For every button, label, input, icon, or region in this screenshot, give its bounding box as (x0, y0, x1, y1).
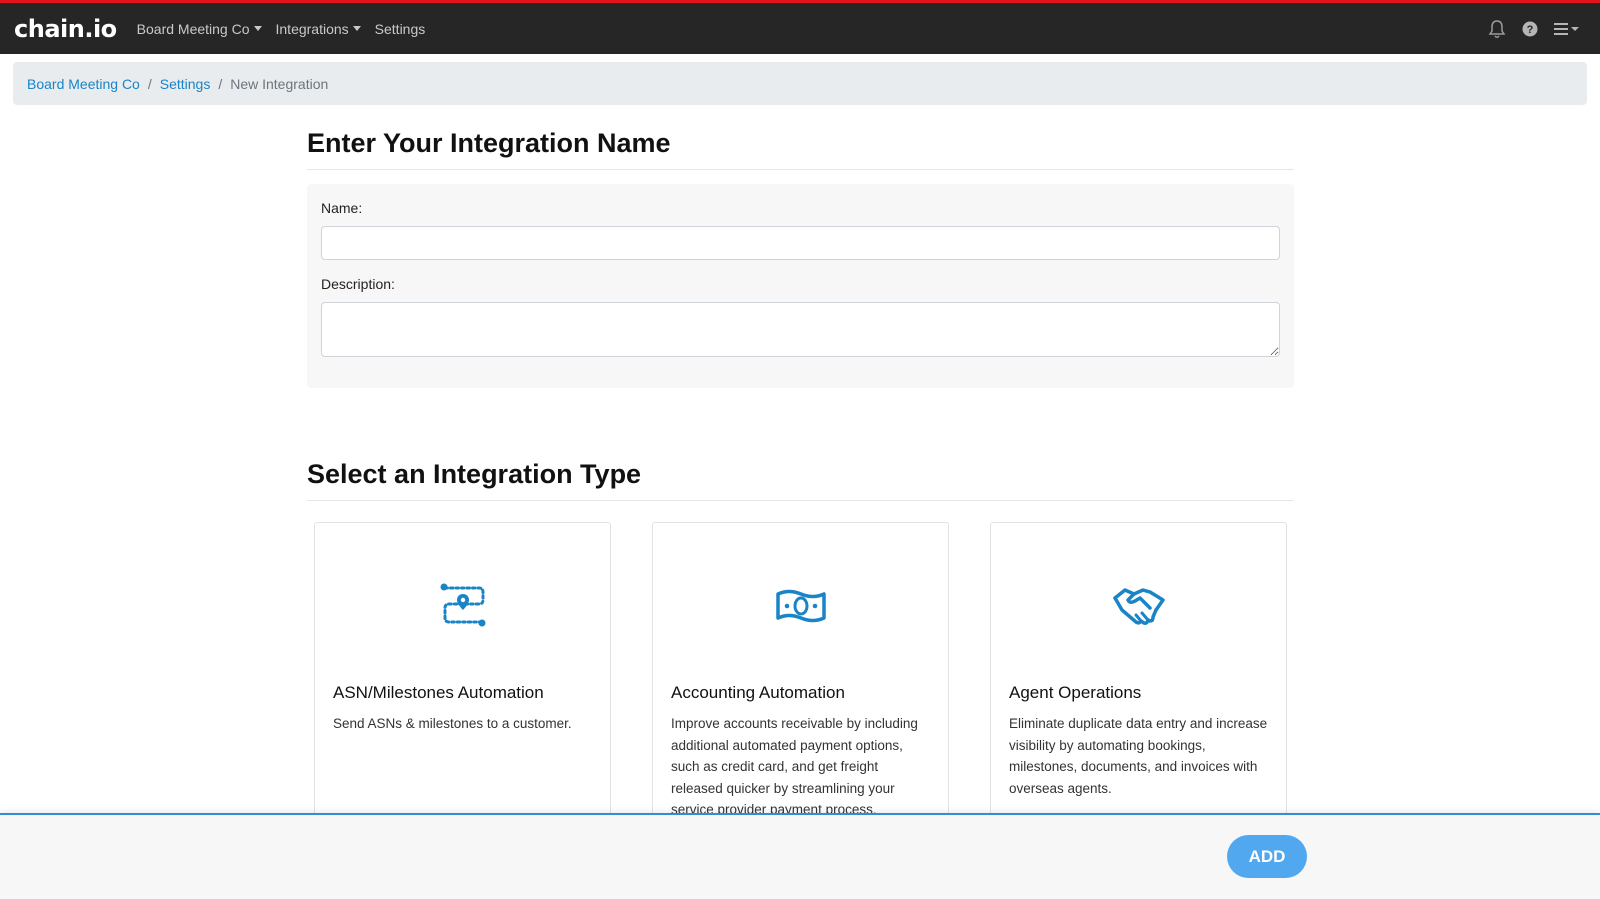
breadcrumb-separator: / (218, 75, 223, 92)
hamburger-menu-icon[interactable] (1554, 22, 1580, 36)
name-label: Name: (321, 200, 363, 216)
nav-integrations-dropdown[interactable]: Integrations (276, 21, 361, 37)
help-circle-icon[interactable]: ? (1522, 21, 1538, 37)
card-description: Improve accounts receivable by including… (671, 716, 918, 817)
integration-name-heading: Enter Your Integration Name (307, 105, 1294, 170)
brand-logo[interactable]: chain.io (14, 15, 117, 43)
nav-integrations-label: Integrations (275, 20, 349, 37)
integration-type-heading: Select an Integration Type (307, 436, 1294, 501)
top-navbar: chain.io Board Meeting Co Integrations S… (0, 3, 1600, 54)
nav-right-icons: ? (1472, 3, 1580, 54)
card-title: ASN/Milestones Automation (333, 683, 544, 702)
description-textarea[interactable] (321, 302, 1280, 357)
integration-type-cards: ASN/Milestones Automation Send ASNs & mi… (307, 522, 1294, 842)
svg-text:?: ? (1527, 24, 1534, 36)
card-agent-operations[interactable]: Agent Operations Eliminate duplicate dat… (990, 522, 1287, 842)
breadcrumb-company-link[interactable]: Board Meeting Co (27, 76, 140, 92)
caret-down-icon (352, 26, 361, 31)
card-description: Send ASNs & milestones to a customer. (333, 716, 572, 731)
card-accounting-automation[interactable]: Accounting Automation Improve accounts r… (652, 522, 949, 842)
money-bill-icon (671, 523, 930, 683)
breadcrumb-separator: / (147, 75, 152, 92)
handshake-icon (1009, 523, 1268, 683)
main-content: Enter Your Integration Name Name: Descri… (307, 105, 1294, 842)
brand-text: chain.io (14, 14, 117, 43)
action-footer: ADD (0, 813, 1600, 899)
nav-settings-link[interactable]: Settings (375, 21, 426, 37)
add-button[interactable]: ADD (1227, 835, 1307, 878)
integration-form-panel: Name: Description: (307, 184, 1294, 388)
card-title: Agent Operations (1009, 683, 1142, 702)
nav-settings-label: Settings (374, 20, 426, 37)
nav-company-dropdown[interactable]: Board Meeting Co (137, 21, 262, 37)
card-title: Accounting Automation (671, 683, 845, 702)
card-description: Eliminate duplicate data entry and incre… (1009, 716, 1268, 796)
nav-company-label: Board Meeting Co (136, 20, 250, 37)
breadcrumb: Board Meeting Co / Settings / New Integr… (13, 62, 1587, 105)
route-pin-icon (333, 523, 592, 683)
breadcrumb-current: New Integration (230, 75, 329, 92)
nav-items: Board Meeting Co Integrations Settings (137, 21, 440, 37)
bell-icon[interactable] (1488, 19, 1506, 39)
breadcrumb-settings-link[interactable]: Settings (160, 76, 211, 92)
name-input[interactable] (321, 226, 1280, 260)
caret-down-icon (253, 26, 262, 31)
description-label: Description: (321, 276, 395, 292)
card-asn-milestones[interactable]: ASN/Milestones Automation Send ASNs & mi… (314, 522, 611, 842)
